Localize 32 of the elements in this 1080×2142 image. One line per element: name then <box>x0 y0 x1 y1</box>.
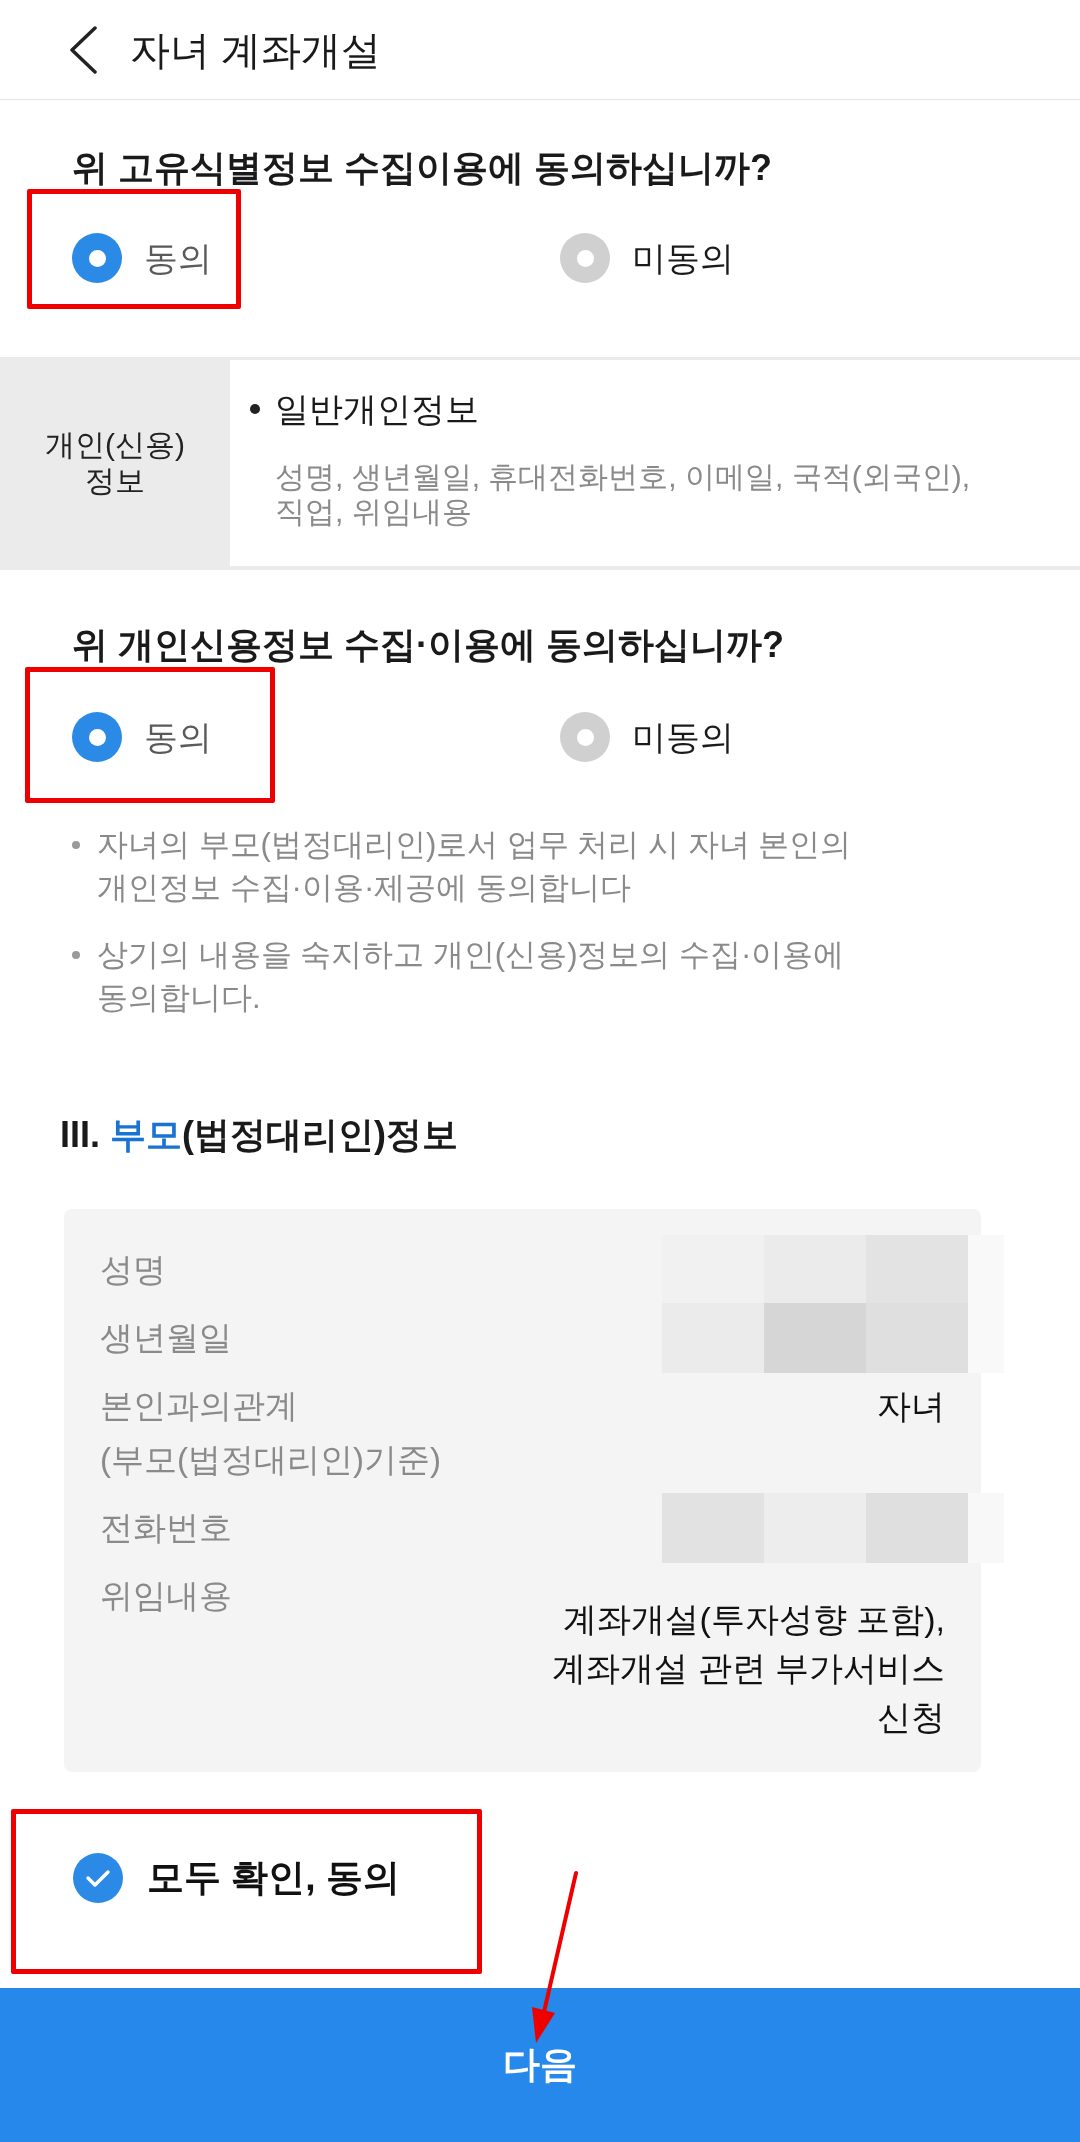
bullet-icon <box>72 951 80 959</box>
bullet-icon <box>250 404 260 414</box>
radio-button[interactable] <box>560 233 610 283</box>
consent-question: 위 고유식별정보 수집이용에 동의하십니까? <box>72 146 773 190</box>
back-icon[interactable] <box>68 25 98 74</box>
radio-button[interactable] <box>72 712 122 762</box>
radio-button[interactable] <box>72 233 122 283</box>
consent-note: 상기의 내용을 숙지하고 개인(신용)정보의 수집·이용에 동의합니다. <box>97 936 846 1017</box>
field-label: 위임내용 <box>100 1576 233 1616</box>
table-header-cell: 개인(신용) 정보 <box>0 360 230 566</box>
option-label[interactable]: 미동의 <box>632 715 734 759</box>
consent-note: 자녀의 부모(법정대리인)로서 업무 처리 시 자녀 본인의 개인정보 수집·이용·제공에 동의합니다 <box>97 826 853 907</box>
page-title: 자녀 계좌개설 <box>130 26 382 74</box>
field-value: 자녀 <box>876 1386 945 1427</box>
next-button[interactable]: 다음 <box>0 1988 1080 2142</box>
check-icon <box>85 1868 111 1888</box>
option-label[interactable]: 동의 <box>144 236 212 280</box>
info-item-title: 일반개인정보 <box>275 389 479 430</box>
info-item-detail: 성명, 생년월일, 휴대전화번호, 이메일, 국적(외국인), 직업, 위임내용 <box>275 459 971 529</box>
checkbox[interactable] <box>73 1853 123 1903</box>
radio-button[interactable] <box>560 712 610 762</box>
field-label: 본인과의관계 (부모(법정대리인)기준) <box>100 1386 442 1480</box>
section-title: III. 부모(법정대리인)정보 <box>60 1113 459 1157</box>
agree-all-label[interactable]: 모두 확인, 동의 <box>147 1854 400 1902</box>
field-label: 생년월일 <box>100 1318 233 1358</box>
option-label[interactable]: 미동의 <box>632 236 734 280</box>
field-value: 계좌개설(투자성향 포함), 계좌개설 관련 부가서비스 신청 <box>551 1599 945 1738</box>
consent-question: 위 개인신용정보 수집·이용에 동의하십니까? <box>72 623 785 667</box>
option-label[interactable]: 동의 <box>144 715 212 759</box>
field-label: 전화번호 <box>100 1508 233 1548</box>
field-label: 성명 <box>100 1250 167 1290</box>
bullet-icon <box>72 841 80 849</box>
